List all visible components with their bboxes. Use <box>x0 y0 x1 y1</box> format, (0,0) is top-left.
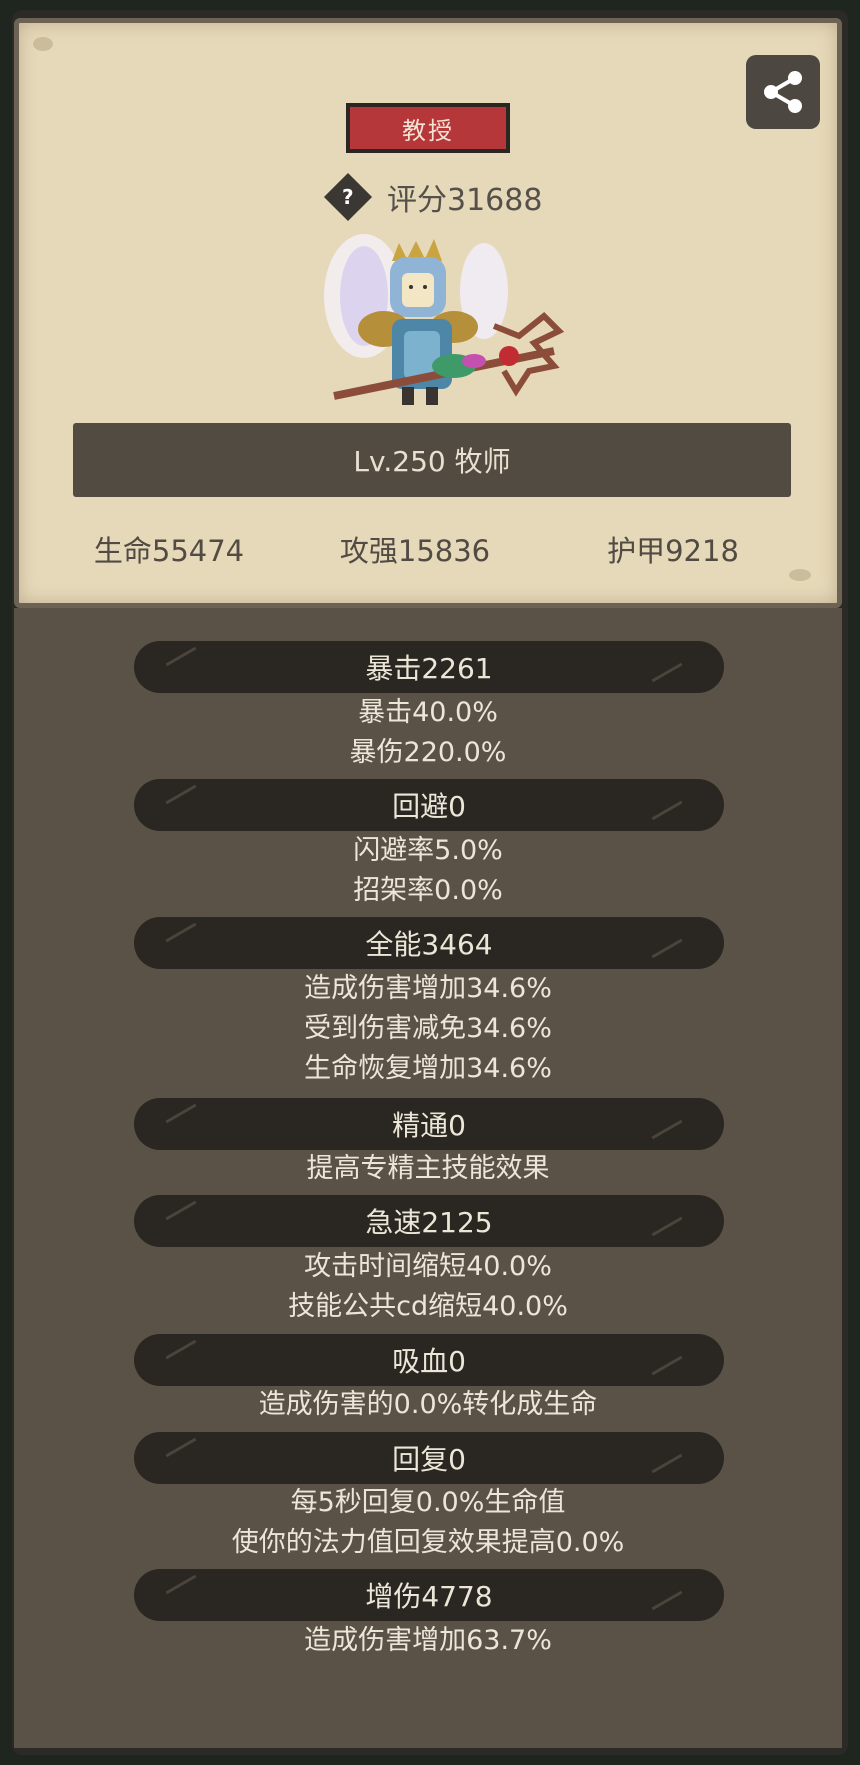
stat-header-crit: 暴击2261 <box>134 641 724 693</box>
rank-badge: 教授 <box>346 103 510 153</box>
stat-line: 攻击时间缩短40.0% <box>304 1251 552 1282</box>
stat-line: 提高专精主技能效果 <box>306 1153 550 1184</box>
parchment-stain <box>33 37 53 51</box>
attack-stat: 攻强15836 <box>339 534 491 568</box>
stat-line: 闪避率5.0% <box>353 835 503 866</box>
stat-line: 造成伤害增加34.6% <box>304 973 552 1004</box>
stat-line: 每5秒回复0.0%生命值 <box>290 1487 566 1518</box>
stat-header-damage-bonus: 增伤4778 <box>134 1569 724 1621</box>
stat-line: 造成伤害增加63.7% <box>304 1625 552 1656</box>
stat-header-leech: 吸血0 <box>134 1334 724 1386</box>
level-class-bar: Lv.250 牧师 <box>73 423 791 497</box>
share-button[interactable] <box>746 55 820 129</box>
stat-line: 暴击40.0% <box>358 697 498 728</box>
stat-line: 生命恢复增加34.6% <box>304 1053 552 1084</box>
stats-panel: 暴击2261 暴击40.0% 暴伤220.0% 回避0 闪避率5.0% 招架率0… <box>14 608 842 1748</box>
stat-header-dodge: 回避0 <box>134 779 724 831</box>
stat-line: 招架率0.0% <box>353 875 503 906</box>
armor-stat: 护甲9218 <box>607 534 739 568</box>
score-row: ? 评分31688 <box>323 172 543 222</box>
stat-line: 使你的法力值回复效果提高0.0% <box>231 1527 625 1558</box>
stat-header-versatility: 全能3464 <box>134 917 724 969</box>
character-card: 教授 ? 评分31688 Lv.250 牧师 生命55474 攻强15836 护… <box>14 18 842 608</box>
stat-header-haste: 急速2125 <box>134 1195 724 1247</box>
stat-line: 受到伤害减免34.6% <box>304 1013 552 1044</box>
share-icon <box>764 71 802 113</box>
main-stats: 生命55474 攻强15836 护甲9218 <box>19 528 837 578</box>
help-icon[interactable]: ? <box>323 172 373 222</box>
hp-stat: 生命55474 <box>93 534 245 568</box>
stat-line: 暴伤220.0% <box>349 737 507 768</box>
stat-line: 造成伤害的0.0%转化成生命 <box>258 1389 598 1420</box>
stat-line: 技能公共cd缩短40.0% <box>288 1291 568 1322</box>
stat-header-mastery: 精通0 <box>134 1098 724 1150</box>
stat-header-regen: 回复0 <box>134 1432 724 1484</box>
score-value: 评分31688 <box>387 183 543 218</box>
